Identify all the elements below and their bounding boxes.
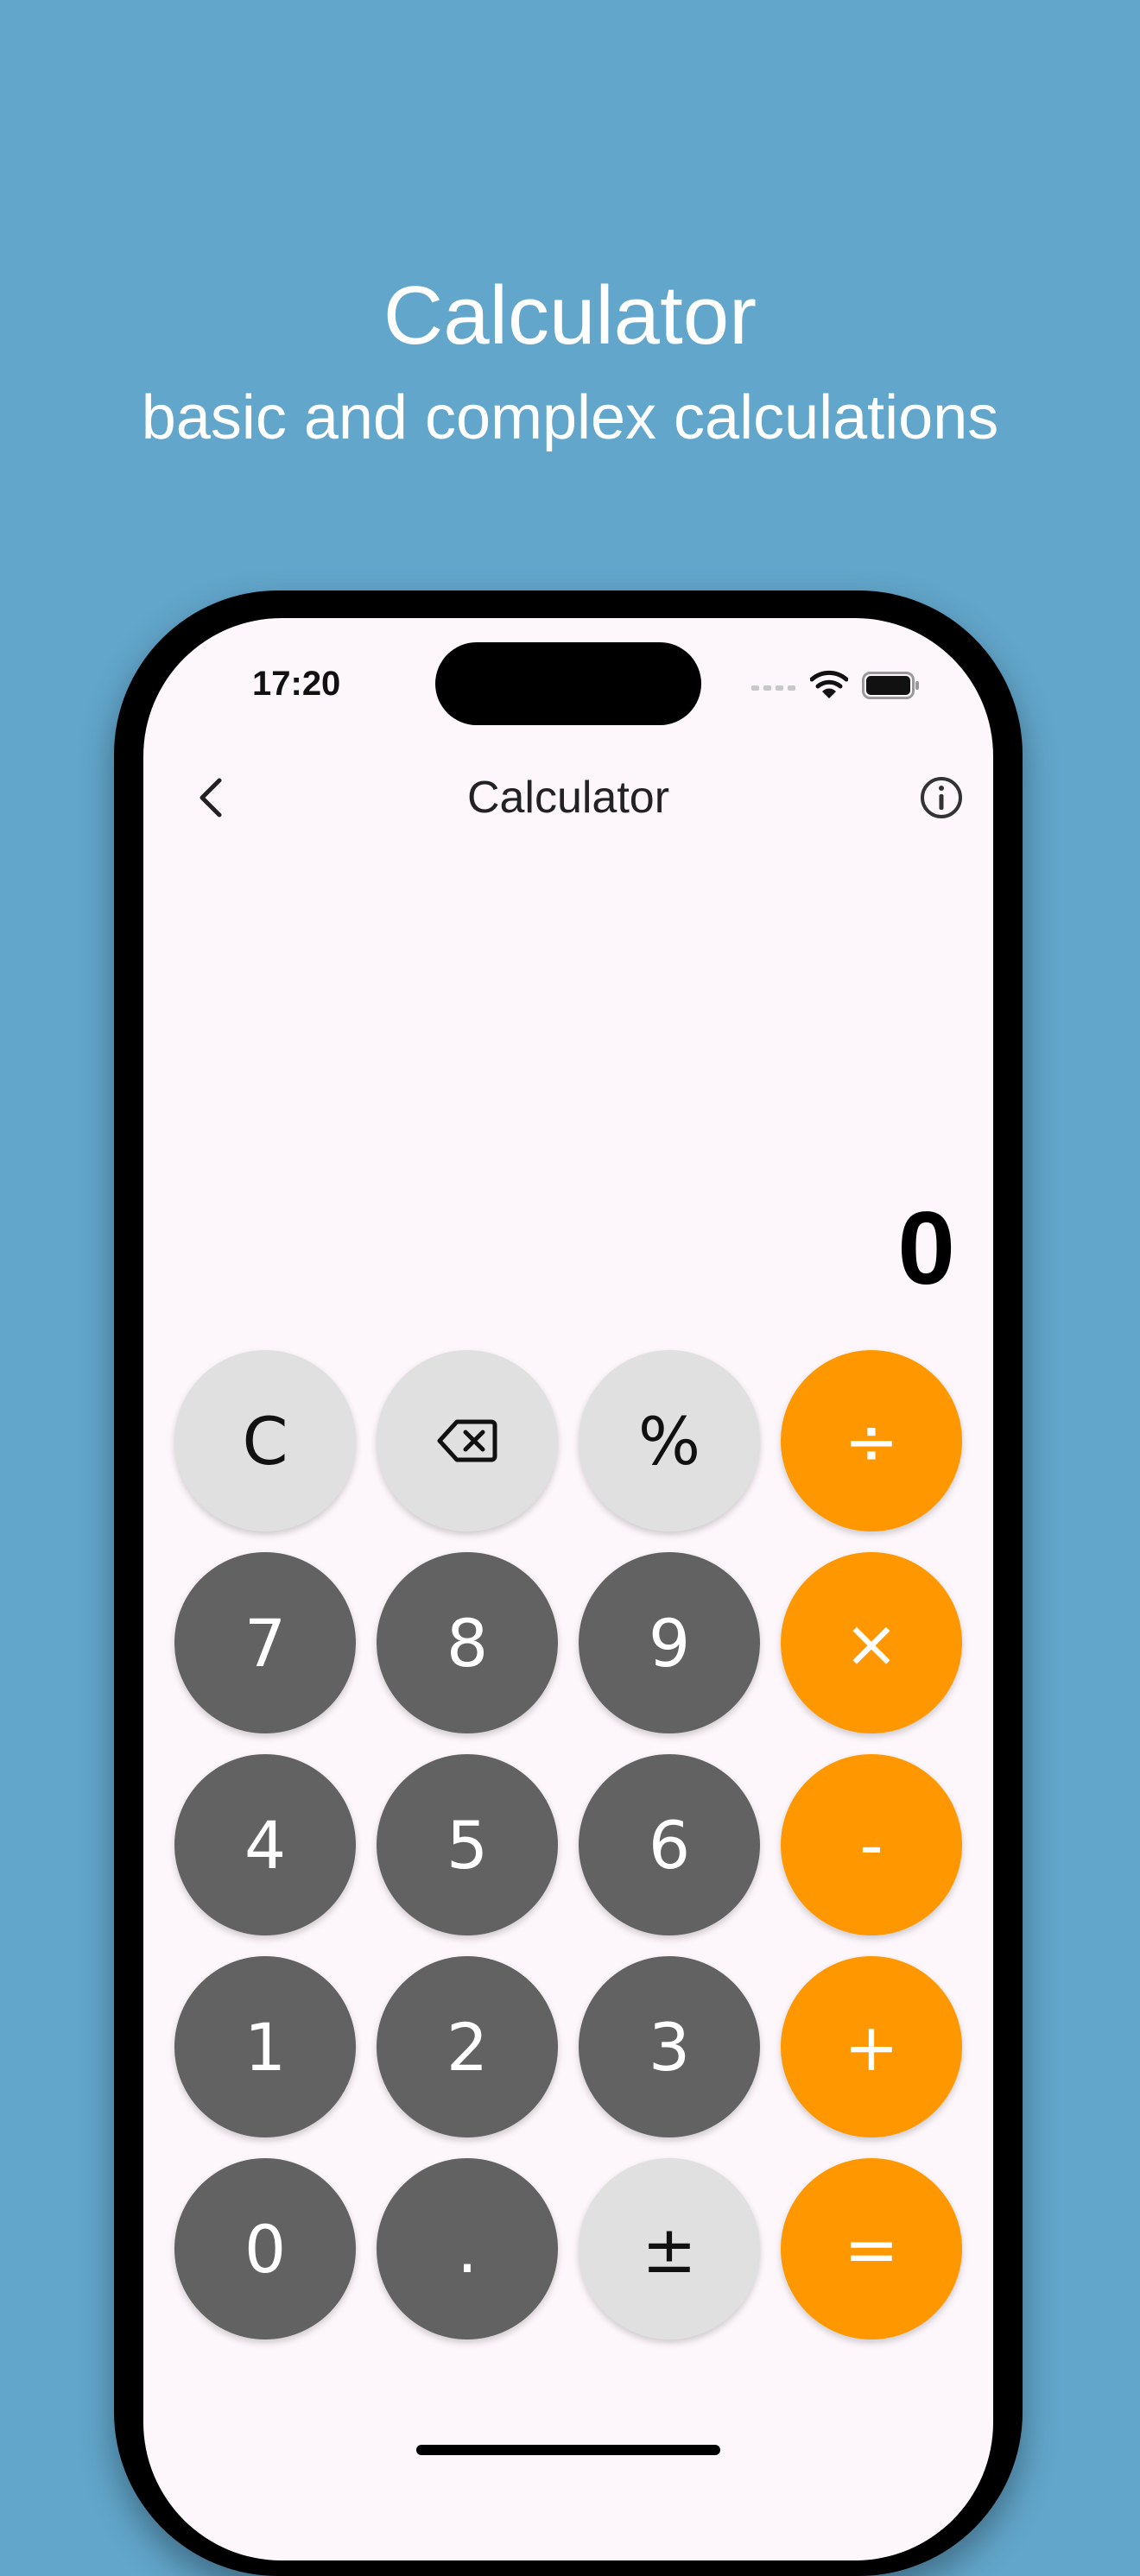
decimal-button[interactable]: . (377, 2158, 558, 2339)
promo-title: Calculator (383, 269, 757, 362)
digit-5-button[interactable]: 5 (377, 1754, 558, 1935)
signal-icon (751, 685, 795, 691)
digit-7-button[interactable]: 7 (174, 1552, 356, 1733)
digit-6-button[interactable]: 6 (579, 1754, 760, 1935)
digit-2-button[interactable]: 2 (377, 1956, 558, 2137)
info-icon[interactable] (915, 772, 967, 824)
multiply-button[interactable]: × (781, 1552, 962, 1733)
digit-0-button[interactable]: 0 (174, 2158, 356, 2339)
status-time: 17:20 (252, 665, 341, 703)
clear-button[interactable]: C (174, 1350, 356, 1531)
percent-button[interactable]: % (579, 1350, 760, 1531)
backspace-button[interactable] (377, 1350, 558, 1531)
digit-8-button[interactable]: 8 (377, 1552, 558, 1733)
plus-minus-button[interactable]: ± (579, 2158, 760, 2339)
backspace-icon (437, 1419, 497, 1462)
dynamic-island (435, 642, 701, 725)
phone-screen: 17:20 Calculator 0 C % ÷ 7 8 9 × 4 5 6 -… (143, 618, 993, 2560)
equals-button[interactable]: = (781, 2158, 962, 2339)
plus-button[interactable]: + (781, 1956, 962, 2137)
display-value: 0 (897, 1190, 955, 1306)
digit-3-button[interactable]: 3 (579, 1956, 760, 2137)
wifi-icon (810, 670, 848, 698)
divide-button[interactable]: ÷ (781, 1350, 962, 1531)
promo-subtitle: basic and complex calculations (141, 383, 999, 452)
page-title: Calculator (466, 773, 670, 823)
minus-button[interactable]: - (781, 1754, 962, 1935)
digit-9-button[interactable]: 9 (579, 1552, 760, 1733)
battery-icon (862, 672, 919, 699)
home-indicator[interactable] (416, 2445, 720, 2455)
digit-1-button[interactable]: 1 (174, 1956, 356, 2137)
digit-4-button[interactable]: 4 (174, 1754, 356, 1935)
